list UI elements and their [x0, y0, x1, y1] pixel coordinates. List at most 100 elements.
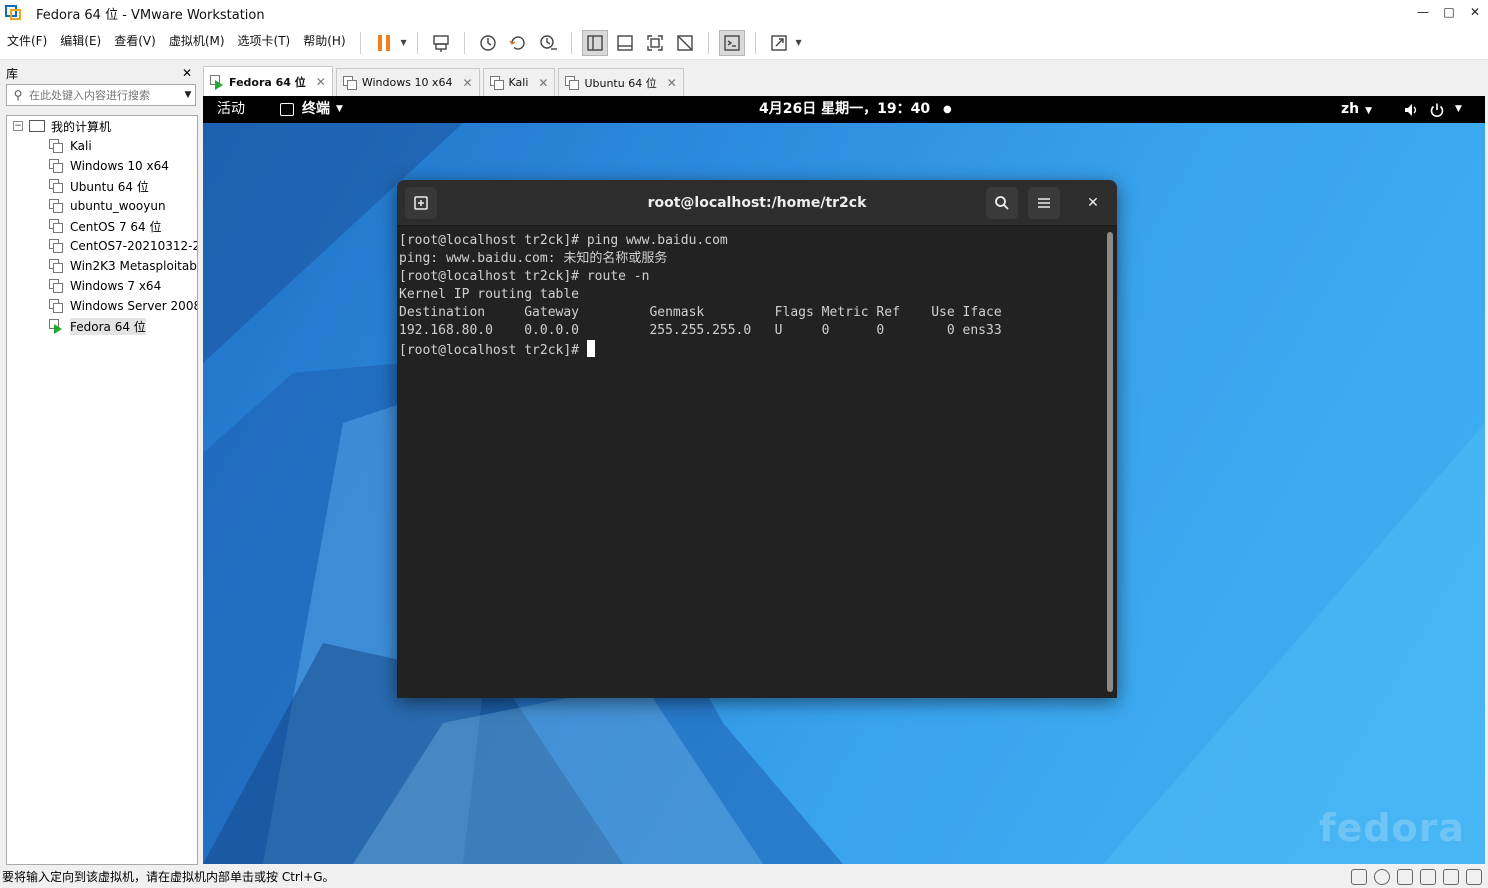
vm-icon: [49, 279, 63, 293]
terminal-line: Destination Gateway Genmask Flags Metric…: [399, 305, 1002, 320]
terminal-output[interactable]: [root@localhost tr2ck]# ping www.baidu.c…: [399, 232, 1099, 360]
terminal-window[interactable]: root@localhost:/home/tr2ck ✕ [root@local…: [397, 180, 1117, 698]
menu-view[interactable]: 查看(V): [107, 26, 162, 60]
tab-ubuntu[interactable]: Ubuntu 64 位 ✕: [558, 68, 684, 96]
vm-icon: [49, 139, 63, 153]
send-ctrl-alt-del-icon[interactable]: [428, 30, 454, 56]
console-view-icon[interactable]: [718, 29, 745, 56]
library-close-icon[interactable]: ✕: [182, 66, 192, 80]
tab-close-icon[interactable]: ✕: [316, 75, 326, 89]
terminal-close-button[interactable]: ✕: [1077, 187, 1109, 219]
tree-item-centos7-clone[interactable]: CentOS7-20210312-2: [7, 236, 197, 256]
window-title: Fedora 64 位 - VMware Workstation: [36, 7, 265, 23]
vm-display[interactable]: 活动 终端 ▼ 4月26日 星期一，19：40 ● zh ▼ ▼ fedora: [203, 96, 1485, 864]
maximize-button[interactable]: □: [1436, 0, 1462, 26]
terminal-line: Kernel IP routing table: [399, 287, 580, 302]
terminal-search-button[interactable]: [986, 187, 1018, 219]
tab-windows10[interactable]: Windows 10 x64 ✕: [335, 68, 480, 96]
collapse-icon[interactable]: −: [13, 121, 23, 131]
toolbar-separator: [707, 31, 709, 54]
tree-item-label: Ubuntu 64 位: [70, 179, 149, 194]
vm-tabs: Fedora 64 位 ✕ Windows 10 x64 ✕ Kali ✕ Ub…: [203, 66, 687, 96]
cd-dvd-icon[interactable]: [1374, 869, 1390, 885]
lang-label: zh: [1341, 101, 1360, 117]
search-icon: ⚲: [13, 88, 23, 102]
input-language[interactable]: zh ▼: [1341, 96, 1372, 123]
tree-item-centos7[interactable]: CentOS 7 64 位: [7, 216, 197, 236]
vm-running-icon: [49, 319, 63, 334]
tab-close-icon[interactable]: ✕: [462, 76, 472, 90]
pause-icon[interactable]: [371, 30, 397, 56]
tree-root-my-computer[interactable]: − 我的计算机: [7, 116, 197, 136]
tree-item-label: Windows 7 x64: [70, 279, 162, 293]
power-dropdown-icon[interactable]: ▼: [399, 30, 409, 56]
usb-controller-icon[interactable]: [1420, 869, 1436, 885]
terminal-header[interactable]: root@localhost:/home/tr2ck ✕: [397, 180, 1117, 226]
activities-button[interactable]: 活动: [217, 96, 245, 123]
app-menu[interactable]: 终端 ▼: [280, 96, 343, 123]
stretch-guest-icon[interactable]: [766, 30, 792, 56]
volume-icon: [1405, 103, 1417, 116]
vm-icon: [565, 75, 580, 90]
vmware-app-icon: [5, 5, 21, 21]
close-window-button[interactable]: ✕: [1462, 0, 1488, 26]
stretch-dropdown-icon[interactable]: ▼: [794, 30, 804, 56]
menu-toolbar: 文件(F) 编辑(E) 查看(V) 虚拟机(M) 选项卡(T) 帮助(H) ▼ …: [0, 26, 1488, 60]
terminal-line: 192.168.80.0 0.0.0.0 255.255.255.0 U 0 0…: [399, 323, 1002, 338]
network-adapter-icon[interactable]: [1397, 869, 1413, 885]
toolbar-separator: [754, 31, 756, 54]
terminal-menu-button[interactable]: [1028, 187, 1060, 219]
sound-card-icon[interactable]: [1443, 869, 1459, 885]
thumbnail-bar-icon[interactable]: [612, 30, 638, 56]
hamburger-menu-icon: [1038, 198, 1050, 208]
display-icon[interactable]: [1466, 869, 1482, 885]
tab-close-icon[interactable]: ✕: [538, 76, 548, 90]
tree-item-win2k3[interactable]: Win2K3 Metasploitab: [7, 256, 197, 276]
tree-item-ubuntu[interactable]: Ubuntu 64 位: [7, 176, 197, 196]
unity-mode-icon[interactable]: [672, 30, 698, 56]
tab-fedora[interactable]: Fedora 64 位 ✕: [203, 66, 333, 96]
tree-item-label: CentOS 7 64 位: [70, 219, 162, 234]
tree-item-winserver2008[interactable]: Windows Server 2008: [7, 296, 197, 316]
menu-tabs[interactable]: 选项卡(T): [231, 26, 297, 60]
library-search-input[interactable]: [29, 88, 169, 102]
show-library-icon[interactable]: [581, 29, 608, 56]
tab-label: Ubuntu 64 位: [584, 76, 657, 90]
tree-item-fedora[interactable]: Fedora 64 位: [7, 316, 197, 336]
computer-icon: [29, 120, 45, 132]
toolbar-separator: [359, 31, 361, 54]
menu-help[interactable]: 帮助(H): [296, 26, 351, 60]
terminal-line: [root@localhost tr2ck]# ping www.baidu.c…: [399, 233, 728, 248]
tab-close-icon[interactable]: ✕: [667, 76, 677, 90]
vm-icon: [49, 259, 63, 273]
menu-vm[interactable]: 虚拟机(M): [162, 26, 231, 60]
toolbar-separator: [463, 31, 465, 54]
tree-item-label: Windows 10 x64: [70, 159, 169, 173]
status-bar: 要将输入定向到该虚拟机，请在虚拟机内部单击或按 Ctrl+G。: [0, 866, 1488, 888]
terminal-scrollbar[interactable]: [1107, 232, 1113, 692]
terminal-line: ping: www.baidu.com: 未知的名称或服务: [399, 251, 668, 266]
tree-item-windows10[interactable]: Windows 10 x64: [7, 156, 197, 176]
snapshot-icon[interactable]: [475, 30, 501, 56]
tree-item-ubuntu-wooyun[interactable]: ubuntu_wooyun: [7, 196, 197, 216]
tab-kali[interactable]: Kali ✕: [482, 68, 556, 96]
clock[interactable]: 4月26日 星期一，19：40: [759, 96, 930, 123]
system-menu[interactable]: ▼: [1403, 96, 1462, 123]
revert-snapshot-icon[interactable]: [505, 30, 531, 56]
menu-edit[interactable]: 编辑(E): [53, 26, 107, 60]
minimize-button[interactable]: —: [1410, 0, 1436, 26]
library-title: 库: [6, 66, 19, 81]
tree-item-label: Windows Server 2008: [70, 299, 198, 313]
tree-item-kali[interactable]: Kali: [7, 136, 197, 156]
vm-icon: [342, 75, 357, 90]
vm-running-icon: [210, 74, 224, 90]
hard-disk-icon[interactable]: [1351, 869, 1367, 885]
tree-root-label: 我的计算机: [51, 119, 112, 134]
snapshot-manager-icon[interactable]: [535, 30, 561, 56]
vm-icon: [49, 299, 63, 313]
device-status-icons: [1351, 869, 1482, 885]
tree-item-windows7[interactable]: Windows 7 x64: [7, 276, 197, 296]
search-dropdown-icon[interactable]: ▼: [181, 90, 195, 100]
menu-file[interactable]: 文件(F): [0, 26, 53, 60]
full-screen-icon[interactable]: [642, 30, 668, 56]
